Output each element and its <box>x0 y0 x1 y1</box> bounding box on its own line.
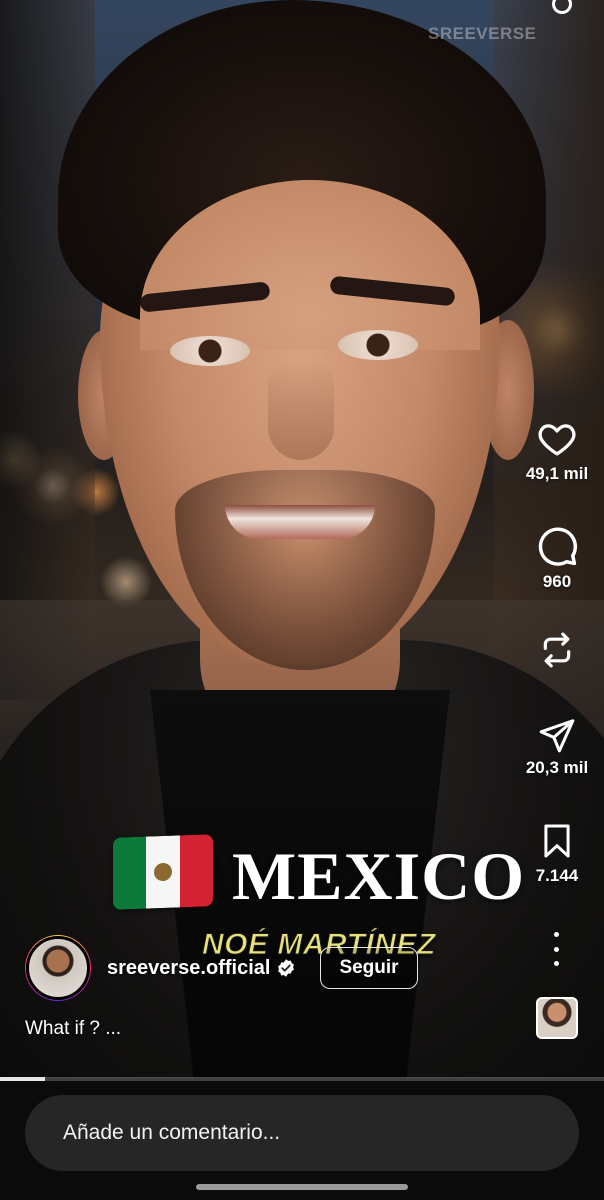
subject-mouth <box>225 505 375 539</box>
comment-action[interactable]: 960 <box>514 524 600 592</box>
flag-white-stripe <box>146 835 180 909</box>
more-vertical-icon[interactable] <box>549 932 563 966</box>
avatar[interactable] <box>26 936 90 1000</box>
mexico-flag-icon <box>113 834 213 910</box>
repost-icon[interactable] <box>537 628 577 672</box>
bottom-bar: Añade un comentario... <box>0 1081 604 1200</box>
like-action[interactable]: 49,1 mil <box>514 418 600 484</box>
author-row: sreeverse.official Seguir <box>25 934 418 1002</box>
share-action[interactable]: 20,3 mil <box>514 716 600 778</box>
share-count: 20,3 mil <box>525 758 589 777</box>
repost-action[interactable] <box>514 628 600 672</box>
subject-eye-right <box>338 330 418 360</box>
paper-plane-icon[interactable] <box>537 716 577 754</box>
verified-badge-icon <box>278 959 295 977</box>
save-action[interactable]: 7.144 <box>514 820 600 886</box>
story-ring[interactable] <box>25 935 91 1001</box>
heart-icon[interactable] <box>535 418 579 460</box>
comment-input[interactable]: Añade un comentario... <box>25 1095 579 1171</box>
bookmark-icon[interactable] <box>538 820 576 862</box>
comment-placeholder: Añade un comentario... <box>63 1121 281 1144</box>
post-caption[interactable]: What if ? ... <box>25 1018 121 1040</box>
comment-count: 960 <box>542 572 572 591</box>
username[interactable]: sreeverse.official <box>107 957 270 980</box>
flag-red-stripe <box>179 834 213 908</box>
subject-eye-left <box>170 336 250 366</box>
watermark: SREEVERSE <box>428 24 537 43</box>
save-count: 7.144 <box>535 866 579 885</box>
flag-emblem <box>153 862 172 882</box>
overlay-country: MEXICO <box>232 838 526 914</box>
subject-nose <box>268 360 334 460</box>
audio-thumbnail[interactable] <box>536 997 578 1039</box>
follow-button[interactable]: Seguir <box>320 947 418 989</box>
speech-bubble-icon[interactable] <box>535 524 579 568</box>
flag-green-stripe <box>113 836 147 910</box>
home-indicator[interactable] <box>196 1184 408 1190</box>
like-count: 49,1 mil <box>525 464 589 483</box>
